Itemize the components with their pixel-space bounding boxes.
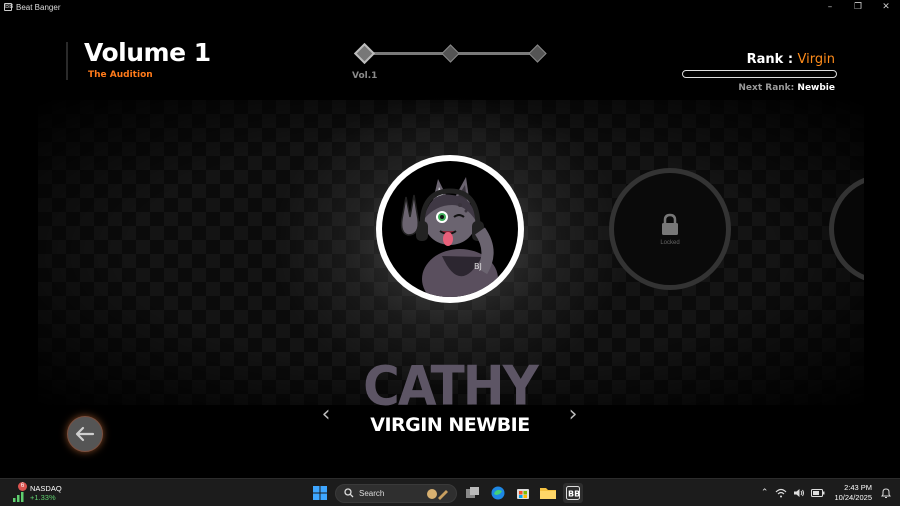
cat-girl-illustration: BJ: [400, 177, 498, 297]
stock-widget[interactable]: 6 NASDAQ +1.33%: [12, 482, 62, 503]
rank-display: Rank : Virgin: [747, 52, 835, 67]
edge-browser-button[interactable]: [488, 483, 508, 503]
rank-label: Rank :: [746, 52, 798, 67]
task-view-button[interactable]: [463, 483, 483, 503]
next-character-arrow[interactable]: ›: [565, 403, 581, 427]
window-controls: – ❐ ✕: [816, 0, 900, 14]
progress-node-1[interactable]: [353, 42, 376, 65]
notification-badge: 6: [18, 482, 27, 491]
battery-icon[interactable]: [811, 488, 825, 498]
folder-icon: [540, 488, 556, 499]
store-icon: [517, 489, 529, 499]
clock-date: 10/24/2025: [834, 493, 872, 502]
task-view-icon: [466, 487, 479, 498]
volume-subtitle: The Audition: [88, 70, 153, 80]
progress-node-2[interactable]: [441, 44, 460, 63]
wifi-icon[interactable]: [775, 488, 787, 498]
svg-text:BB: BB: [568, 490, 580, 499]
widget-stock-change: +1.33%: [30, 493, 56, 502]
rank-progress-bar: [682, 70, 837, 78]
maximize-button[interactable]: ❐: [844, 0, 872, 14]
minimize-button[interactable]: –: [816, 0, 844, 14]
character-rank-line: VIRGIN NEWBIE: [370, 414, 530, 436]
lock-icon: [662, 213, 678, 235]
character-name: CATHY: [363, 354, 539, 418]
volume-progress-track: [353, 42, 547, 65]
game-viewport: Volume 1 The Audition Vol.1 Rank : Virgi…: [0, 14, 900, 478]
rank-value: Virgin: [797, 52, 835, 67]
prev-character-arrow[interactable]: ‹: [318, 403, 334, 427]
windows-logo-icon: [313, 486, 327, 500]
progress-node-3[interactable]: [528, 44, 547, 63]
stock-chart-icon: [13, 492, 24, 502]
next-rank-display: Next Rank: Newbie: [738, 83, 835, 93]
volume-title: Volume 1: [84, 38, 211, 67]
edge-icon: [491, 486, 505, 500]
character-slot-locked[interactable]: Locked: [609, 168, 731, 290]
close-button[interactable]: ✕: [872, 0, 900, 14]
widget-stock-name: NASDAQ: [30, 484, 62, 493]
volume-progress-label: Vol.1: [352, 71, 378, 81]
file-explorer-button[interactable]: [538, 483, 558, 503]
volume-icon[interactable]: [793, 488, 805, 498]
cathy-portrait-image: BJ: [382, 161, 518, 297]
store-button[interactable]: [513, 483, 533, 503]
app-icon: BB: [4, 3, 14, 11]
window-title: Beat Banger: [16, 2, 61, 12]
taskbar: 6 NASDAQ +1.33% Search BB ⌃ 2:43 PM 10/2…: [0, 478, 900, 506]
next-rank-value: Newbie: [797, 83, 835, 93]
start-button[interactable]: [310, 483, 330, 503]
taskbar-search[interactable]: Search: [335, 483, 457, 503]
taskbar-clock[interactable]: 2:43 PM 10/24/2025: [834, 483, 872, 503]
locked-label: Locked: [660, 240, 680, 246]
window-titlebar: BB Beat Banger – ❐ ✕: [0, 0, 900, 14]
arrow-left-icon: [75, 426, 95, 442]
clock-time: 2:43 PM: [844, 483, 872, 492]
search-highlight-icon: [427, 488, 448, 500]
search-label: Search: [359, 488, 385, 498]
tray-overflow-chevron-icon[interactable]: ⌃: [761, 488, 769, 498]
volume-divider: [66, 42, 68, 80]
notification-bell-icon[interactable]: [880, 487, 892, 499]
system-tray: ⌃ 2:43 PM 10/24/2025: [757, 479, 900, 506]
taskbar-apps: Search BB: [310, 483, 588, 503]
search-icon: [344, 488, 354, 498]
beat-banger-app-icon: BB: [566, 486, 580, 500]
next-rank-label: Next Rank:: [738, 83, 798, 93]
svg-text:BJ: BJ: [474, 262, 482, 271]
character-portrait-cathy[interactable]: BJ: [376, 155, 524, 303]
beat-banger-taskbar-button[interactable]: BB: [563, 483, 583, 503]
back-button[interactable]: [67, 416, 103, 452]
